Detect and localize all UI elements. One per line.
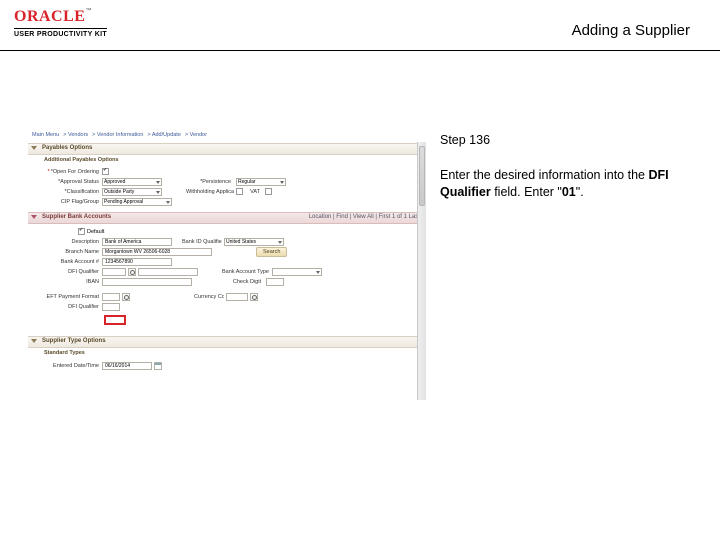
classification-label: *Classification: [32, 189, 102, 195]
calendar-icon[interactable]: [154, 362, 162, 370]
iban-input[interactable]: [102, 278, 192, 286]
check-digit-input[interactable]: [266, 278, 284, 286]
scrollbar-thumb[interactable]: [419, 146, 425, 206]
scrollbar[interactable]: [417, 142, 426, 400]
eft-label: EFT Payment Format: [32, 294, 102, 300]
iban-label: IBAN: [32, 279, 102, 285]
vat-label: VAT: [245, 189, 263, 195]
cip-select[interactable]: Pending Approval: [102, 198, 172, 206]
search-button[interactable]: Search: [256, 247, 287, 257]
account-type-label: Bank Account Type: [222, 269, 270, 275]
check-digit-label: Check Digit: [224, 279, 264, 285]
open-ordering-checkbox[interactable]: [102, 168, 109, 175]
branch-input[interactable]: Morgantown WV 26506-6028: [102, 248, 212, 256]
account-type-select[interactable]: [272, 268, 322, 276]
highlight-box: [104, 315, 126, 325]
brand-tm: ™: [85, 8, 91, 14]
step-label: Step 136: [440, 132, 690, 149]
default-label: Default: [87, 229, 104, 235]
crumb-3[interactable]: Add/Update: [152, 132, 181, 138]
cip-label: CIP Flag/Group: [32, 199, 102, 205]
description-input[interactable]: Bank of America: [102, 238, 172, 246]
subhead-additional: Additional Payables Options: [28, 156, 417, 164]
vat-checkbox[interactable]: [265, 188, 272, 195]
lookup-icon[interactable]: [128, 268, 136, 276]
description-label: Description: [32, 239, 102, 245]
app-screenshot: 136 Main Menu> Vendors> Vendor Informati…: [28, 130, 426, 400]
crumb-4[interactable]: Vendor: [190, 132, 207, 138]
persistence-label: *Persistence: [186, 179, 234, 185]
chevron-down-icon[interactable]: [31, 339, 37, 343]
bank-account-label: Bank Account #: [32, 259, 102, 265]
crumb-2[interactable]: Vendor Information: [97, 132, 143, 138]
chevron-down-icon[interactable]: [31, 215, 37, 219]
section-bank[interactable]: Supplier Bank Accounts Location | Find |…: [28, 212, 426, 224]
entered-date-input[interactable]: 06/16/2014: [102, 362, 152, 370]
page-title: Adding a Supplier: [572, 22, 690, 39]
persistence-select[interactable]: Regular: [236, 178, 286, 186]
instruction-mid: field. Enter ": [491, 185, 562, 199]
header-divider: [0, 50, 720, 51]
eft-input[interactable]: [102, 293, 120, 301]
routing-input[interactable]: [102, 268, 126, 276]
instruction-text: Enter the desired information into the D…: [440, 167, 690, 201]
brand-subtitle: USER PRODUCTIVITY KIT: [14, 28, 107, 38]
subhead-standard: Standard Types: [28, 349, 417, 357]
bankid-label: Bank ID Qualifier: [182, 239, 222, 245]
open-ordering-label: **Open For Ordering: [32, 169, 102, 175]
bank-account-input[interactable]: 1234567890: [102, 258, 172, 266]
instruction-panel: Step 136 Enter the desired information i…: [440, 132, 690, 201]
crumb-0[interactable]: Main Menu: [32, 132, 59, 138]
brand-logo: ORACLE: [14, 8, 85, 26]
section-payables-label: Payables Options: [42, 145, 92, 151]
bankid-select[interactable]: United States: [224, 238, 284, 246]
instruction-value: 01: [562, 185, 576, 199]
routing-label: DFI Qualifier: [32, 269, 102, 275]
branch-label: Branch Name: [32, 249, 102, 255]
entered-date-label: Entered Date/Time: [32, 363, 102, 369]
currency-input[interactable]: [226, 293, 248, 301]
currency-label: Currency Code: [194, 294, 224, 300]
crumb-1[interactable]: Vendors: [68, 132, 88, 138]
section-types[interactable]: Supplier Type Options: [28, 336, 426, 348]
lookup-icon[interactable]: [250, 293, 258, 301]
approval-status-label: *Approval Status: [32, 179, 102, 185]
withholding-label: Withholding Applicable: [186, 189, 234, 195]
instruction-prefix: Enter the desired information into the: [440, 168, 648, 182]
breadcrumb[interactable]: Main Menu> Vendors> Vendor Information> …: [28, 130, 426, 142]
dfi-qualifier-input[interactable]: [102, 303, 120, 311]
dfi-qualifier-label: DFI Qualifier: [32, 304, 102, 310]
lookup-icon[interactable]: [122, 293, 130, 301]
classification-select[interactable]: Outside Party: [102, 188, 162, 196]
section-types-label: Supplier Type Options: [42, 338, 106, 344]
section-payables[interactable]: Payables Options ✕: [28, 143, 426, 155]
bank-nav-links[interactable]: Location | Find | View All | First 1 of …: [309, 214, 420, 220]
chevron-down-icon[interactable]: [31, 146, 37, 150]
brand-block: ORACLE™ USER PRODUCTIVITY KIT: [14, 8, 107, 38]
section-bank-label: Supplier Bank Accounts: [42, 214, 111, 220]
approval-status-select[interactable]: Approved: [102, 178, 162, 186]
instruction-suffix: ".: [576, 185, 584, 199]
default-checkbox[interactable]: [78, 228, 85, 235]
routing-extra-input[interactable]: [138, 268, 198, 276]
withholding-checkbox[interactable]: [236, 188, 243, 195]
